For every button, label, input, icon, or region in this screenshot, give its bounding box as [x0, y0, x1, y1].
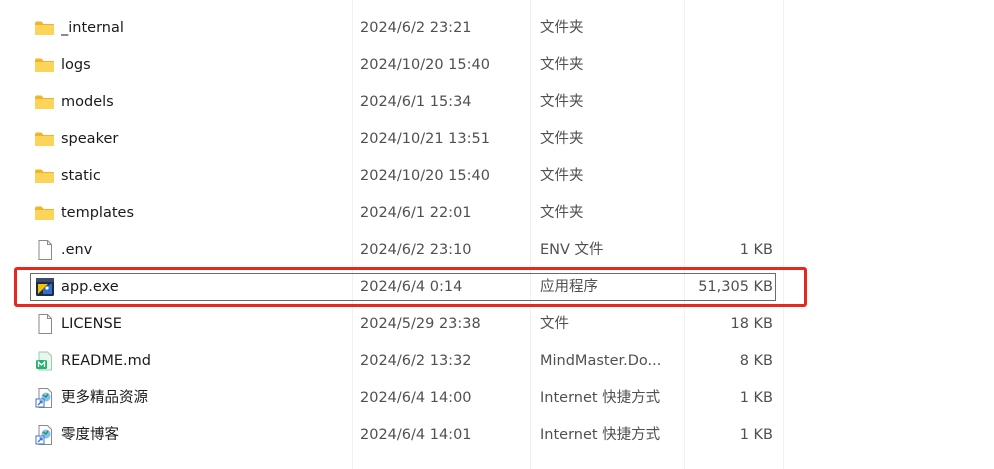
file-date: 2024/6/1 22:01: [360, 205, 472, 221]
file-row-license[interactable]: LICENSE 2024/5/29 23:38 文件 18 KB: [30, 310, 776, 338]
file-name: .env: [61, 242, 93, 258]
file-name: speaker: [61, 131, 119, 147]
file-size: [650, 162, 773, 190]
file-date: 2024/6/2 23:21: [360, 20, 472, 36]
file-name: _internal: [61, 20, 124, 36]
file-row-readme[interactable]: README.md 2024/6/2 13:32 MindMaster.Do..…: [30, 347, 776, 375]
file-row-logs[interactable]: logs 2024/10/20 15:40 文件夹: [30, 51, 776, 79]
file-size: [650, 125, 773, 153]
file-date: 2024/10/21 13:51: [360, 131, 490, 147]
mindmaster-icon: [34, 351, 56, 371]
file-list: _internal 2024/6/2 23:21 文件夹 logs 2024/1…: [0, 0, 994, 469]
file-date: 2024/6/4 14:00: [360, 390, 472, 406]
file-date: 2024/6/2 23:10: [360, 242, 472, 258]
folder-icon: [34, 92, 56, 112]
file-size: [650, 199, 773, 227]
file-row-models[interactable]: models 2024/6/1 15:34 文件夹: [30, 88, 776, 116]
file-name: logs: [61, 57, 91, 73]
file-name: static: [61, 168, 101, 184]
file-name: 零度博客: [61, 427, 119, 443]
file-size: [650, 51, 773, 79]
file-size: 8 KB: [739, 353, 773, 369]
file-row-static[interactable]: static 2024/10/20 15:40 文件夹: [30, 162, 776, 190]
file-icon: [34, 240, 56, 260]
file-size: 1 KB: [739, 242, 773, 258]
file-row-more-resources[interactable]: 更多精品资源 2024/6/4 14:00 Internet 快捷方式 1 KB: [30, 384, 776, 412]
folder-icon: [34, 166, 56, 186]
file-size: 1 KB: [739, 390, 773, 406]
file-name: README.md: [61, 353, 151, 369]
folder-icon: [34, 129, 56, 149]
internet-shortcut-icon: [34, 388, 56, 408]
file-date: 2024/6/4 14:01: [360, 427, 472, 443]
red-highlight-annotation: [14, 267, 807, 307]
file-size: [650, 14, 773, 42]
file-row-env[interactable]: .env 2024/6/2 23:10 ENV 文件 1 KB: [30, 236, 776, 264]
file-size: 18 KB: [730, 316, 773, 332]
file-row-zero-blog[interactable]: 零度博客 2024/6/4 14:01 Internet 快捷方式 1 KB: [30, 421, 776, 449]
file-date: 2024/10/20 15:40: [360, 168, 490, 184]
file-name: templates: [61, 205, 135, 221]
file-name: models: [61, 94, 114, 110]
file-row-internal[interactable]: _internal 2024/6/2 23:21 文件夹: [30, 14, 776, 42]
file-row-speaker[interactable]: speaker 2024/10/21 13:51 文件夹: [30, 125, 776, 153]
folder-icon: [34, 55, 56, 75]
file-date: 2024/6/1 15:34: [360, 94, 472, 110]
file-name: LICENSE: [61, 316, 122, 332]
column-divider: [783, 0, 784, 469]
file-date: 2024/6/2 13:32: [360, 353, 472, 369]
file-date: 2024/5/29 23:38: [360, 316, 481, 332]
folder-icon: [34, 18, 56, 38]
folder-icon: [34, 203, 56, 223]
file-icon: [34, 314, 56, 334]
file-name: 更多精品资源: [61, 390, 148, 406]
file-date: 2024/10/20 15:40: [360, 57, 490, 73]
internet-shortcut-icon: [34, 425, 56, 445]
file-row-templates[interactable]: templates 2024/6/1 22:01 文件夹: [30, 199, 776, 227]
file-size: [650, 88, 773, 116]
file-size: 1 KB: [739, 427, 773, 443]
